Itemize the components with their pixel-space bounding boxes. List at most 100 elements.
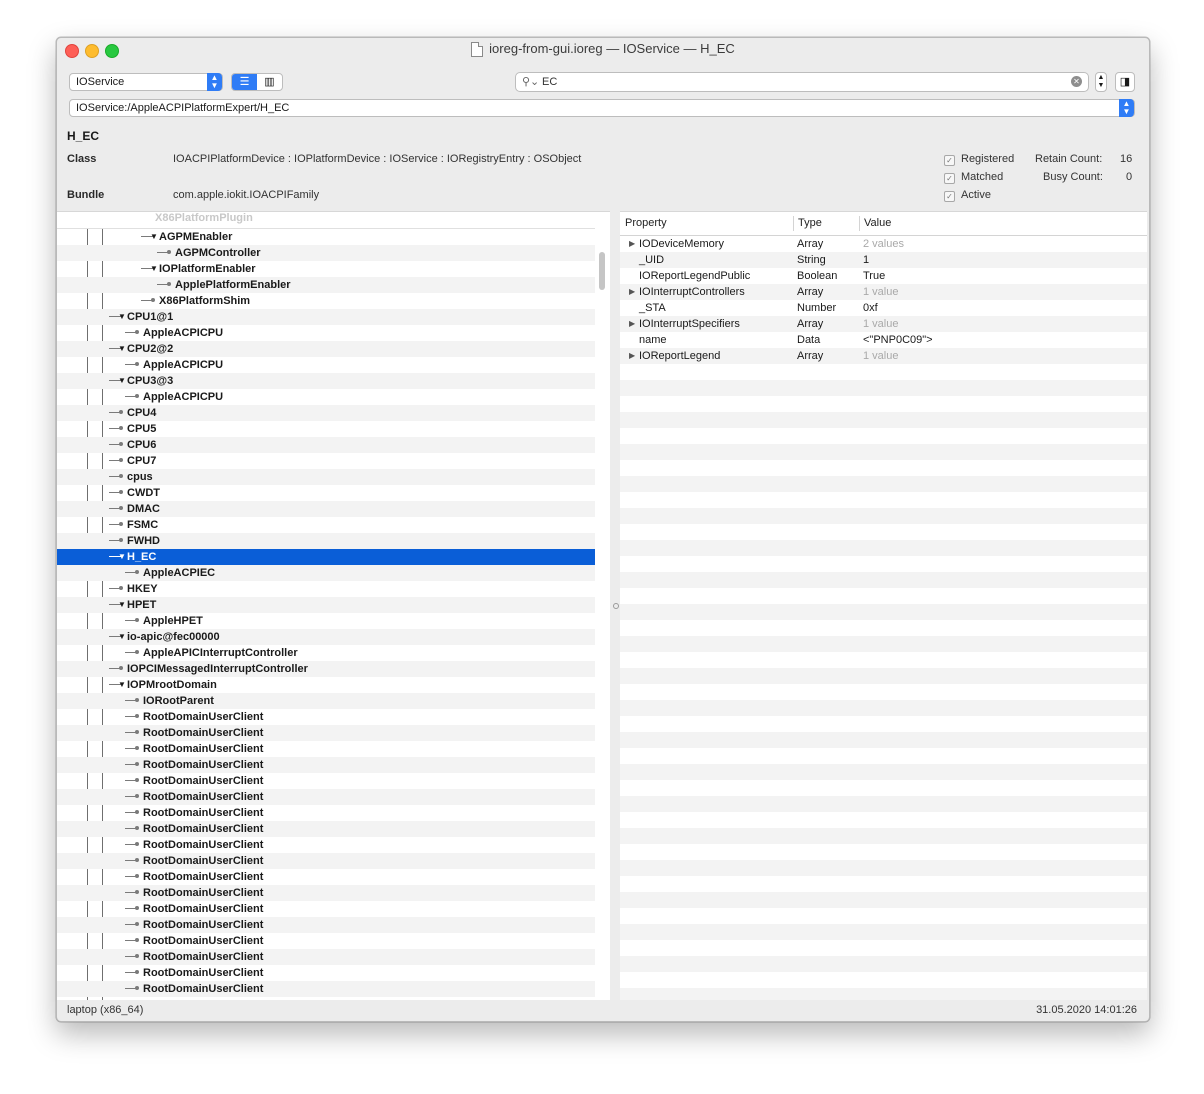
split-handle-icon[interactable] — [613, 603, 619, 609]
column-view-icon[interactable]: ▥ — [257, 74, 282, 90]
tree-row[interactable]: FWHD — [57, 533, 595, 549]
tree-scrollbar[interactable] — [599, 252, 605, 290]
clear-search-icon[interactable]: ✕ — [1071, 76, 1082, 87]
tree-row[interactable]: ▼ CPU2@2 — [57, 341, 595, 357]
plane-select[interactable]: IOService ▲ ▼ — [69, 73, 223, 91]
tree-row[interactable]: AppleACPICPU — [57, 357, 595, 373]
inspector-toggle-icon[interactable]: ◨ — [1115, 72, 1135, 92]
property-row[interactable]: name Data <"PNP0C09"> — [620, 332, 1147, 348]
property-row[interactable]: IOReportLegendPublic Boolean True — [620, 268, 1147, 284]
column-separator[interactable] — [859, 216, 860, 231]
path-field[interactable]: IOService:/AppleACPIPlatformExpert/H_EC … — [69, 99, 1135, 117]
tree-row[interactable]: DMAC — [57, 501, 595, 517]
tree-row[interactable]: RootDomainUserClient — [57, 853, 595, 869]
property-row[interactable]: ▶ IODeviceMemory Array 2 values — [620, 236, 1147, 252]
minimize-window-button[interactable] — [85, 44, 99, 58]
disclosure-triangle-icon[interactable]: ▼ — [150, 261, 158, 277]
zoom-window-button[interactable] — [105, 44, 119, 58]
tree-row[interactable]: RootDomainUserClient — [57, 933, 595, 949]
disclosure-triangle-icon[interactable]: ▼ — [118, 549, 126, 565]
column-header-property[interactable]: Property — [625, 212, 667, 235]
tree-row[interactable]: RootDomainUserClient — [57, 741, 595, 757]
tree-row-selected[interactable]: ▼ H_EC — [57, 549, 595, 565]
column-header-value[interactable]: Value — [864, 212, 891, 235]
disclosure-triangle-icon[interactable]: ▼ — [118, 341, 126, 357]
tree-row[interactable]: X86PlatformShim — [57, 293, 595, 309]
tree-row[interactable]: CPU5 — [57, 421, 595, 437]
tree-row[interactable]: RootDomainUserClient — [57, 725, 595, 741]
view-mode-segmented-control[interactable]: ☰ ▥ — [231, 73, 283, 91]
column-header-type[interactable]: Type — [798, 212, 822, 235]
tree-row[interactable]: ▼ HPET — [57, 597, 595, 613]
tree-row[interactable]: AppleACPICPU — [57, 389, 595, 405]
search-input[interactable]: EC — [542, 76, 557, 88]
tree-row[interactable]: ▼ AGPMEnabler — [57, 229, 595, 245]
tree-row[interactable]: RootDomainUserClient — [57, 789, 595, 805]
property-row[interactable]: _UID String 1 — [620, 252, 1147, 268]
search-stepper[interactable]: ▲ ▼ — [1095, 72, 1107, 92]
tree-row[interactable]: RootDomainUserClient — [57, 773, 595, 789]
tree-row[interactable]: RootDomainUserClient — [57, 805, 595, 821]
disclosure-triangle-icon[interactable]: ▶ — [629, 284, 635, 300]
tree-row[interactable]: HKEY — [57, 581, 595, 597]
tree-row[interactable]: ▼ CPU1@1 — [57, 309, 595, 325]
tree-row[interactable]: CPU6 — [57, 437, 595, 453]
close-window-button[interactable] — [65, 44, 79, 58]
tree-row[interactable]: FSMC — [57, 517, 595, 533]
tree-row[interactable]: CPU7 — [57, 453, 595, 469]
tree-node-label: IORootParent — [143, 695, 214, 707]
tree-row[interactable]: AppleAPICInterruptController — [57, 645, 595, 661]
disclosure-triangle-icon[interactable]: ▶ — [629, 236, 635, 252]
empty-row — [620, 940, 1147, 956]
tree-row[interactable]: RootDomainUserClient — [57, 757, 595, 773]
disclosure-triangle-icon[interactable]: ▶ — [629, 348, 635, 364]
tree-row[interactable]: RootDomainUserClient — [57, 901, 595, 917]
disclosure-triangle-icon[interactable]: ▼ — [118, 629, 126, 645]
disclosure-triangle-icon[interactable]: ▼ — [118, 677, 126, 693]
tree-row[interactable]: CPU4 — [57, 405, 595, 421]
properties-table[interactable]: Property Type Value ▶ IODeviceMemory Array… — [620, 211, 1147, 1000]
tree-row[interactable]: ▼ IOPMrootDomain — [57, 677, 595, 693]
tree-row[interactable]: cpus — [57, 469, 595, 485]
tree-node-dot-icon — [135, 618, 139, 622]
tree-row[interactable]: AppleACPICPU — [57, 325, 595, 341]
disclosure-triangle-icon[interactable]: ▼ — [150, 229, 158, 245]
tree-row[interactable]: AppleHPET — [57, 613, 595, 629]
disclosure-triangle-icon[interactable]: ▼ — [118, 309, 126, 325]
tree-row[interactable]: RootDomainUserClient — [57, 709, 595, 725]
tree-row[interactable]: ▼ io-apic@fec00000 — [57, 629, 595, 645]
tree-node-dot-icon — [119, 522, 123, 526]
property-row[interactable]: ▶ IOInterruptSpecifiers Array 1 value — [620, 316, 1147, 332]
disclosure-triangle-icon[interactable]: ▼ — [118, 597, 126, 613]
tree-row[interactable]: RootDomainUserClient — [57, 917, 595, 933]
tree-row[interactable]: AppleACPIEC — [57, 565, 595, 581]
empty-row — [620, 828, 1147, 844]
disclosure-triangle-icon[interactable]: ▼ — [118, 373, 126, 389]
tree-row[interactable]: CWDT — [57, 485, 595, 501]
tree-row[interactable]: RootDomainUserClient — [57, 837, 595, 853]
tree-row[interactable]: RootDomainUserClient — [57, 949, 595, 965]
tree-row[interactable]: IORootParent — [57, 693, 595, 709]
list-view-icon[interactable]: ☰ — [232, 74, 257, 90]
tree-row[interactable]: RootDomainUserClient — [57, 981, 595, 997]
property-name: IOReportLegendPublic — [639, 270, 751, 282]
tree-row[interactable]: ▼ CPU3@3 — [57, 373, 595, 389]
disclosure-triangle-icon[interactable]: ▶ — [629, 316, 635, 332]
property-row[interactable]: ▶ IOReportLegend Array 1 value — [620, 348, 1147, 364]
tree-row[interactable]: ▼ IOPlatformEnabler — [57, 261, 595, 277]
registry-tree[interactable]: ▼ AGPMEnabler AGPMController ▼ IOPlatformEna… — [57, 211, 610, 1000]
property-row[interactable]: ▶ IOInterruptControllers Array 1 value — [620, 284, 1147, 300]
tree-row[interactable]: RootDomainUserClient — [57, 821, 595, 837]
tree-node-label: CPU2@2 — [127, 343, 174, 355]
tree-row[interactable]: IOPCIMessagedInterruptController — [57, 661, 595, 677]
tree-scrolled-label: X86PlatformPlugin — [155, 212, 253, 224]
tree-row[interactable]: ApplePlatformEnabler — [57, 277, 595, 293]
tree-row[interactable]: RootDomainUserClient — [57, 869, 595, 885]
split-divider[interactable] — [610, 211, 620, 999]
tree-row[interactable]: RootDomainUserClient — [57, 965, 595, 981]
tree-row[interactable]: RootDomainUserClient — [57, 885, 595, 901]
tree-row[interactable]: AGPMController — [57, 245, 595, 261]
property-row[interactable]: _STA Number 0xf — [620, 300, 1147, 316]
column-separator[interactable] — [793, 216, 794, 231]
search-field[interactable]: ⚲⌄ EC ✕ — [515, 72, 1089, 92]
